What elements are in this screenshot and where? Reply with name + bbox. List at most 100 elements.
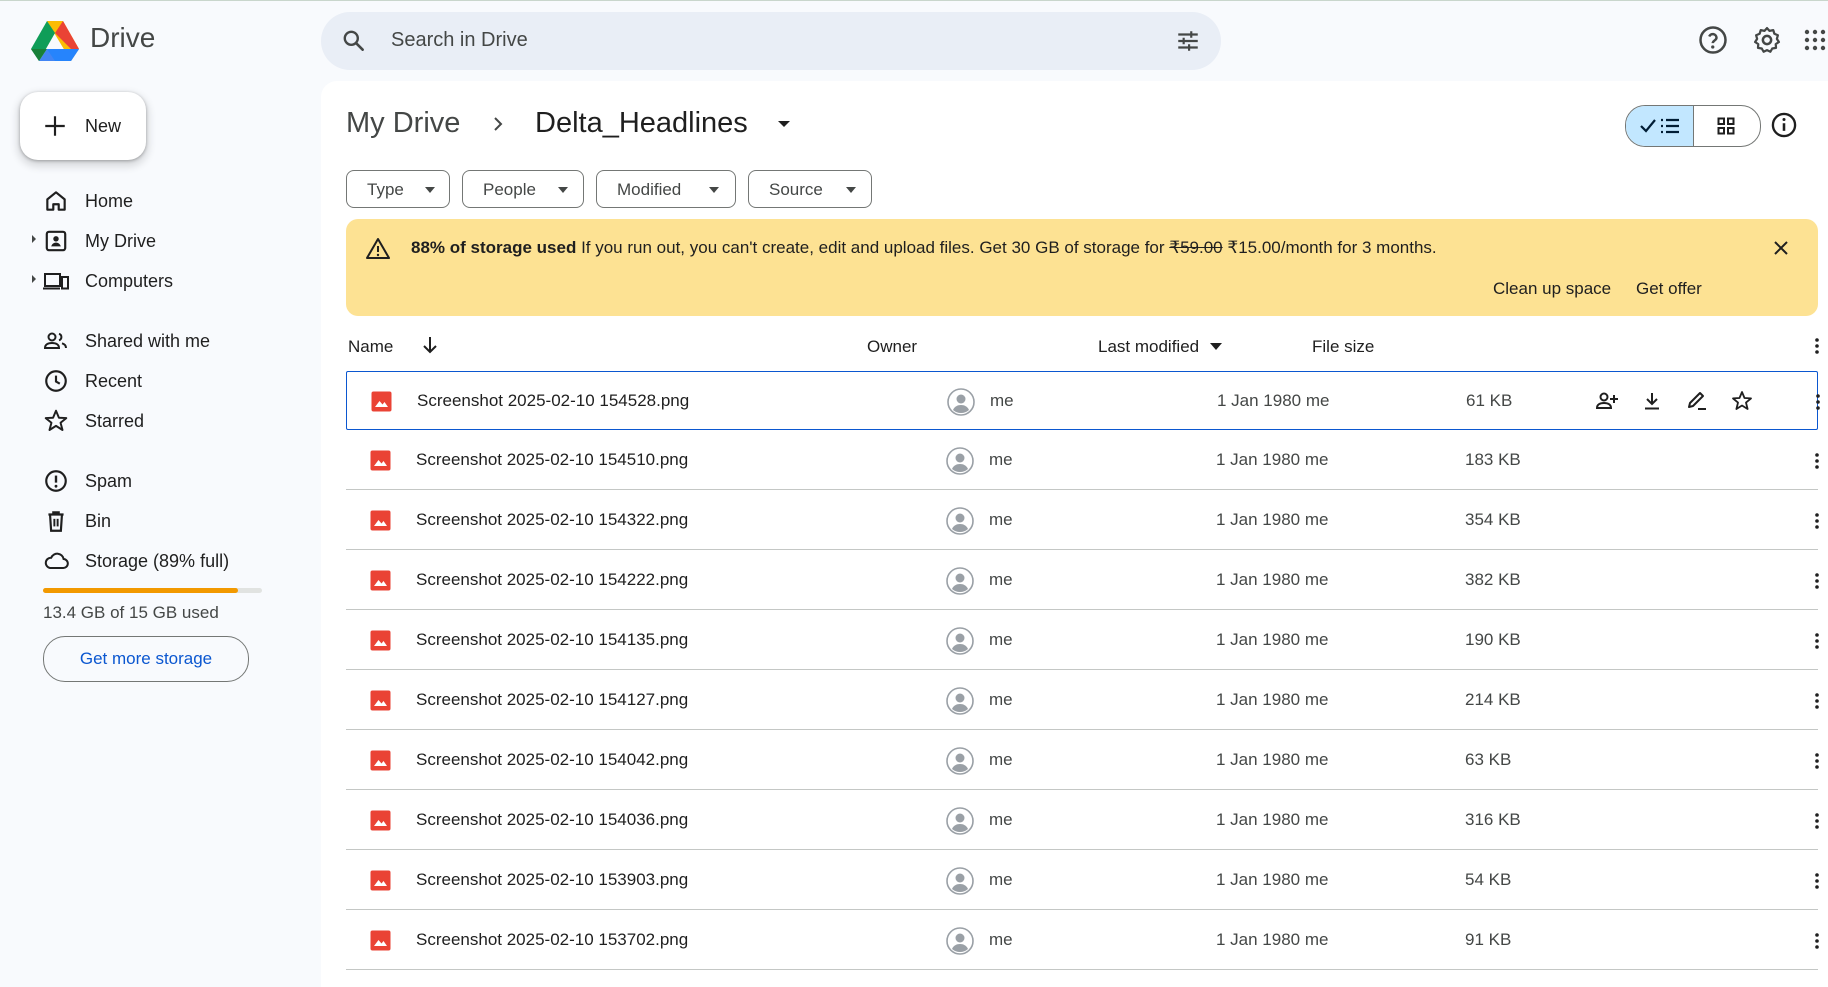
file-owner: me bbox=[989, 630, 1013, 649]
more-options-icon[interactable] bbox=[1808, 509, 1826, 533]
search-bar[interactable]: Search in Drive bbox=[321, 12, 1221, 70]
more-options-icon[interactable] bbox=[1808, 449, 1826, 473]
column-header-file-size[interactable]: File size bbox=[1312, 337, 1374, 357]
app-name[interactable]: Drive bbox=[90, 22, 155, 54]
file-name[interactable]: Screenshot 2025-02-10 153702.png bbox=[416, 930, 688, 950]
sidebar-item-label: Recent bbox=[85, 371, 143, 391]
more-options-icon[interactable] bbox=[1808, 809, 1826, 833]
gear-icon[interactable] bbox=[1752, 25, 1782, 55]
file-last-modified: 1 Jan 1980 me bbox=[1216, 510, 1329, 529]
breadcrumb-current-folder[interactable]: Delta_Headlines bbox=[535, 107, 748, 140]
apps-grid-icon[interactable] bbox=[1802, 25, 1828, 55]
share-icon[interactable] bbox=[1595, 389, 1619, 413]
table-row[interactable]: Screenshot 2025-02-10 154042.png me 1 Jan … bbox=[346, 731, 1819, 790]
table-row[interactable]: Screenshot 2025-02-10 154222.png me 1 Jan … bbox=[346, 551, 1819, 610]
file-last-modified: 1 Jan 1980 me bbox=[1216, 570, 1329, 589]
sidebar-item-storage[interactable]: Storage (89% full) bbox=[30, 540, 310, 580]
last-modified-dropdown-icon[interactable] bbox=[1210, 343, 1222, 350]
sidebar-item-shared-with-me[interactable]: Shared with me bbox=[30, 320, 310, 360]
table-row[interactable]: Screenshot 2025-02-10 154127.png me 1 Jan … bbox=[346, 671, 1819, 730]
get-more-storage-button[interactable]: Get more storage bbox=[43, 636, 249, 682]
file-name[interactable]: Screenshot 2025-02-10 154042.png bbox=[416, 750, 688, 770]
table-row[interactable]: Screenshot 2025-02-10 154135.png me 1 Jan … bbox=[346, 611, 1819, 670]
download-icon[interactable] bbox=[1640, 389, 1664, 413]
owner-avatar-icon bbox=[946, 927, 974, 955]
warning-icon bbox=[366, 238, 390, 259]
more-options-icon[interactable] bbox=[1808, 749, 1826, 773]
table-row[interactable]: Screenshot 2025-02-10 154322.png me 1 Jan … bbox=[346, 491, 1819, 550]
more-options-icon[interactable] bbox=[1808, 335, 1826, 357]
filter-source-chip[interactable]: Source bbox=[748, 170, 872, 208]
banner-text: If you run out, you can't create, edit a… bbox=[581, 238, 1165, 257]
help-icon[interactable] bbox=[1698, 25, 1728, 55]
table-row[interactable]: Screenshot 2025-02-10 153702.png me 1 Jan … bbox=[346, 911, 1819, 970]
sidebar-item-spam[interactable]: Spam bbox=[30, 460, 310, 500]
file-last-modified: 1 Jan 1980 me bbox=[1216, 450, 1329, 469]
column-header-name[interactable]: Name bbox=[348, 337, 393, 357]
clean-up-space-button[interactable]: Clean up space bbox=[1493, 279, 1611, 299]
file-name[interactable]: Screenshot 2025-02-10 153903.png bbox=[416, 870, 688, 890]
breadcrumb-separator-icon bbox=[494, 117, 503, 131]
new-button[interactable]: New bbox=[20, 92, 146, 160]
close-icon[interactable] bbox=[1772, 239, 1790, 257]
file-size: 63 KB bbox=[1465, 750, 1512, 769]
file-owner: me bbox=[989, 750, 1013, 769]
folder-menu-dropdown-icon[interactable] bbox=[777, 119, 791, 129]
drive-logo-icon[interactable] bbox=[31, 19, 79, 63]
table-row[interactable]: Screenshot 2025-02-10 154510.png me 1 Jan … bbox=[346, 431, 1819, 490]
sidebar-item-recent[interactable]: Recent bbox=[30, 360, 310, 400]
more-options-icon[interactable] bbox=[1808, 569, 1826, 593]
table-row[interactable]: Screenshot 2025-02-10 153903.png me 1 Jan … bbox=[346, 851, 1819, 910]
list-view-button[interactable] bbox=[1626, 106, 1694, 146]
list-view-check-icon bbox=[1640, 118, 1679, 134]
sidebar-item-computers[interactable]: Computers bbox=[30, 260, 310, 300]
more-options-icon[interactable] bbox=[1808, 689, 1826, 713]
file-name[interactable]: Screenshot 2025-02-10 154222.png bbox=[416, 570, 688, 590]
more-options-icon[interactable] bbox=[1808, 869, 1826, 893]
more-options-icon[interactable] bbox=[1808, 629, 1826, 653]
get-offer-button[interactable]: Get offer bbox=[1636, 279, 1702, 299]
file-name[interactable]: Screenshot 2025-02-10 154510.png bbox=[416, 450, 688, 470]
file-size: 382 KB bbox=[1465, 570, 1521, 589]
search-options-icon[interactable] bbox=[1175, 28, 1201, 54]
file-name[interactable]: Screenshot 2025-02-10 154135.png bbox=[416, 630, 688, 650]
rename-icon[interactable] bbox=[1685, 389, 1709, 413]
sidebar-item-bin[interactable]: Bin bbox=[30, 500, 310, 540]
sidebar-item-label: Storage (89% full) bbox=[85, 551, 230, 571]
file-owner: me bbox=[989, 930, 1013, 949]
owner-avatar-icon bbox=[946, 627, 974, 655]
table-row[interactable]: Screenshot 2025-02-10 154528.png me 1 Jan … bbox=[346, 371, 1820, 430]
more-options-icon[interactable] bbox=[1809, 390, 1827, 414]
sidebar-item-starred[interactable]: Starred bbox=[30, 400, 310, 440]
file-name[interactable]: Screenshot 2025-02-10 154322.png bbox=[416, 510, 688, 530]
filter-type-chip[interactable]: Type bbox=[346, 170, 450, 208]
column-header-owner[interactable]: Owner bbox=[867, 337, 917, 357]
file-name[interactable]: Screenshot 2025-02-10 154127.png bbox=[416, 690, 688, 710]
expand-chevron-icon[interactable] bbox=[30, 273, 38, 285]
search-icon[interactable] bbox=[341, 28, 367, 54]
star-icon[interactable] bbox=[1730, 389, 1754, 413]
filter-people-chip[interactable]: People bbox=[462, 170, 584, 208]
sidebar-item-label: Bin bbox=[85, 511, 112, 531]
sort-direction-icon[interactable] bbox=[421, 335, 439, 355]
search-input[interactable]: Search in Drive bbox=[391, 29, 528, 52]
image-file-icon bbox=[370, 450, 391, 471]
column-header-last-modified[interactable]: Last modified bbox=[1098, 337, 1199, 357]
cloud-icon bbox=[44, 552, 69, 569]
image-file-icon bbox=[370, 930, 391, 951]
table-row[interactable]: Screenshot 2025-02-10 154036.png me 1 Jan … bbox=[346, 791, 1819, 850]
sidebar-item-home[interactable]: Home bbox=[30, 180, 310, 220]
grid-view-button[interactable] bbox=[1694, 106, 1760, 146]
breadcrumb-my-drive[interactable]: My Drive bbox=[346, 107, 460, 140]
sidebar-item-label: My Drive bbox=[85, 231, 156, 251]
file-name[interactable]: Screenshot 2025-02-10 154528.png bbox=[417, 391, 689, 411]
sidebar-item-my-drive[interactable]: My Drive bbox=[30, 220, 310, 260]
filter-modified-chip[interactable]: Modified bbox=[596, 170, 736, 208]
file-name[interactable]: Screenshot 2025-02-10 154036.png bbox=[416, 810, 688, 830]
more-options-icon[interactable] bbox=[1808, 929, 1826, 953]
info-icon[interactable] bbox=[1770, 111, 1798, 139]
file-size: 190 KB bbox=[1465, 630, 1521, 649]
sidebar: New Home My Drive Computers Shared with bbox=[0, 81, 320, 987]
expand-chevron-icon[interactable] bbox=[30, 233, 38, 245]
top-bar: Drive Search in Drive bbox=[0, 1, 1828, 81]
